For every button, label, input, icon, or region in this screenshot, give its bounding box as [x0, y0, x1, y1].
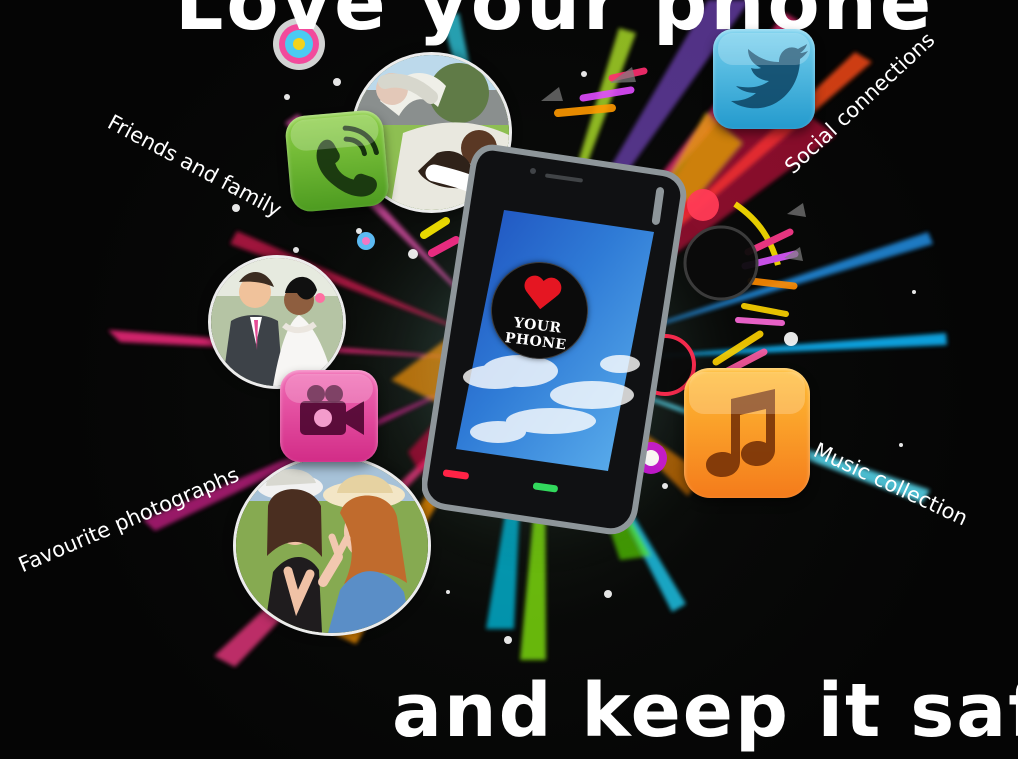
bird-icon	[731, 44, 808, 109]
headline-bottom: and keep it safe	[392, 668, 1018, 754]
heart-icon	[520, 275, 564, 316]
music-app-icon	[684, 368, 810, 498]
phone-call-icon	[316, 125, 379, 197]
headline-top: Love your phone	[175, 0, 935, 47]
twitter-app-icon	[713, 29, 815, 129]
music-note-icon	[706, 389, 775, 477]
camera-app-icon	[280, 370, 378, 462]
phone-app-icon	[284, 108, 390, 214]
poster: Love your phone Friends and family Favou…	[0, 0, 1018, 759]
wedding-photo	[208, 255, 346, 389]
girls-photo	[233, 455, 431, 636]
smartphone: YOUR PHONE	[422, 140, 687, 537]
video-camera-icon	[300, 385, 364, 435]
